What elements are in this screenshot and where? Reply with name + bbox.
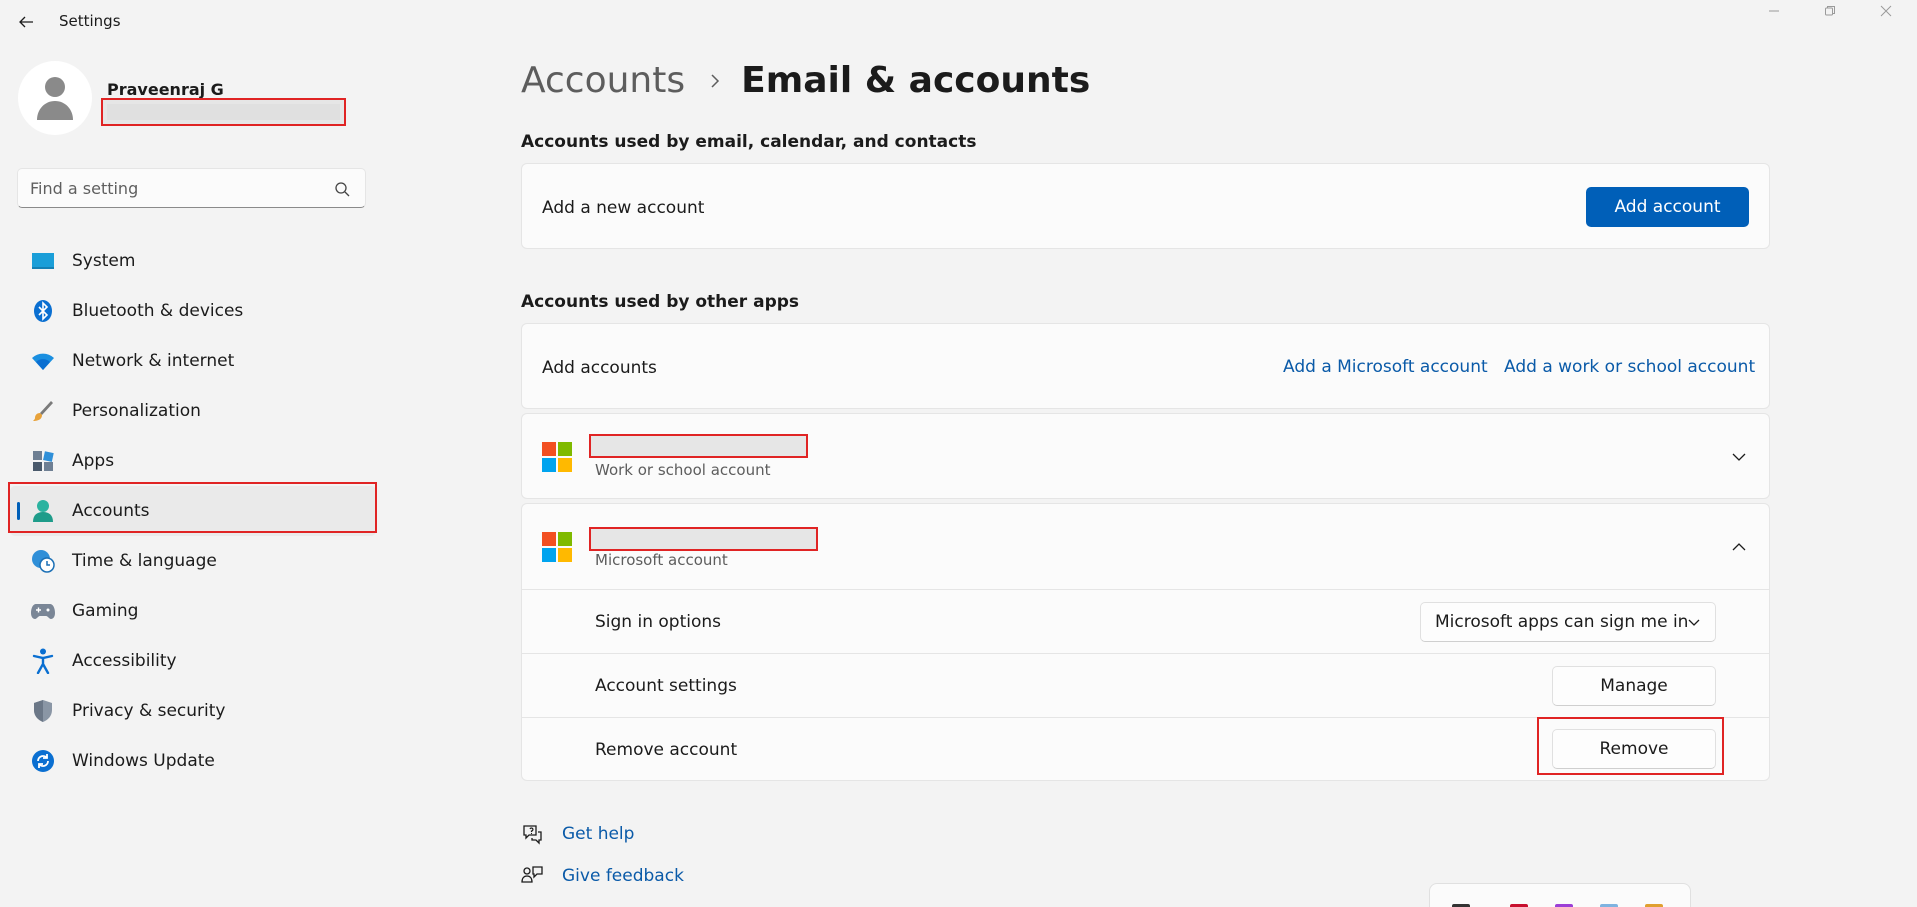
brush-icon <box>30 398 56 424</box>
restore-icon <box>1825 6 1835 16</box>
add-new-account-card: Add a new account Add account <box>521 163 1770 249</box>
get-help-link[interactable]: Get help <box>562 824 634 844</box>
add-accounts-card: Add accounts Add a Microsoft account Add… <box>521 323 1770 409</box>
sidebar-item-label: Accounts <box>72 501 150 521</box>
sidebar-item-label: System <box>72 251 136 271</box>
sidebar-item-label: Privacy & security <box>72 701 226 721</box>
sidebar-item-label: Apps <box>72 451 115 471</box>
chevron-down-icon[interactable] <box>1731 449 1747 465</box>
chevron-up-icon[interactable] <box>1731 539 1747 555</box>
title-bar: Settings <box>0 0 1917 44</box>
help-chat-icon <box>523 825 542 845</box>
sidebar-item-label: Accessibility <box>72 651 177 671</box>
add-accounts-label: Add accounts <box>542 358 657 378</box>
give-feedback-row[interactable]: Give feedback <box>521 865 684 887</box>
redacted-account-name <box>589 434 808 458</box>
sidebar-item-windows-update[interactable]: Windows Update <box>10 736 376 786</box>
user-icon <box>37 77 73 120</box>
sidebar-item-label: Gaming <box>72 601 139 621</box>
sign-in-options-dropdown[interactable]: Microsoft apps can sign me in <box>1420 602 1716 642</box>
section-title-email: Accounts used by email, calendar, and co… <box>521 132 977 152</box>
search-icon[interactable] <box>333 180 351 198</box>
account-settings-row: Account settings Manage <box>522 653 1769 717</box>
page-title: Email & accounts <box>741 60 1091 101</box>
add-microsoft-account-link[interactable]: Add a Microsoft account <box>1283 357 1488 377</box>
chevron-down-icon <box>1688 619 1700 626</box>
work-account-card[interactable]: Work or school account <box>521 413 1770 499</box>
search-input[interactable] <box>30 169 330 207</box>
redacted-email <box>101 98 346 126</box>
back-arrow-icon <box>19 16 33 28</box>
sidebar-item-personalization[interactable]: Personalization <box>10 386 376 436</box>
microsoft-logo-icon <box>542 532 572 562</box>
sidebar-item-label: Personalization <box>72 401 201 421</box>
sidebar-item-network[interactable]: Network & internet <box>10 336 376 386</box>
breadcrumb: Accounts Email & accounts <box>521 60 1090 101</box>
sidebar-item-label: Windows Update <box>72 751 215 771</box>
sidebar-item-label: Network & internet <box>72 351 235 371</box>
feedback-icon <box>521 866 543 883</box>
globe-clock-icon <box>30 548 56 574</box>
chevron-right-icon <box>711 73 720 88</box>
manage-button[interactable]: Manage <box>1552 666 1716 706</box>
sidebar-item-gaming[interactable]: Gaming <box>10 586 376 636</box>
window-title: Settings <box>59 12 121 30</box>
account-type: Microsoft account <box>595 551 728 569</box>
remove-account-label: Remove account <box>595 740 738 760</box>
account-type: Work or school account <box>595 461 771 479</box>
accounts-icon <box>30 498 56 524</box>
avatar[interactable] <box>18 61 92 135</box>
minimize-icon <box>1769 10 1779 12</box>
add-work-school-account-link[interactable]: Add a work or school account <box>1504 357 1755 377</box>
add-new-account-label: Add a new account <box>542 198 705 218</box>
restore-button[interactable] <box>1802 0 1858 22</box>
sidebar-item-accessibility[interactable]: Accessibility <box>10 636 376 686</box>
taskbar-popup <box>1429 883 1691 907</box>
redacted-account-name <box>589 527 818 551</box>
remove-account-row: Remove account Remove <box>522 717 1769 781</box>
gamepad-icon <box>30 598 56 624</box>
section-title-other-apps: Accounts used by other apps <box>521 292 800 312</box>
give-feedback-link[interactable]: Give feedback <box>562 866 684 886</box>
close-button[interactable] <box>1858 0 1914 22</box>
sidebar-nav: System Bluetooth & devices Network & int… <box>10 236 376 786</box>
account-settings-label: Account settings <box>595 676 737 696</box>
search-box[interactable] <box>17 168 366 208</box>
system-icon <box>30 248 56 274</box>
sidebar-item-time-language[interactable]: Time & language <box>10 536 376 586</box>
sidebar-item-accounts[interactable]: Accounts <box>10 486 376 536</box>
dropdown-value: Microsoft apps can sign me in <box>1435 612 1689 632</box>
redaction-fill <box>107 104 340 120</box>
sidebar-item-label: Time & language <box>72 551 217 571</box>
microsoft-account-card: Microsoft account Sign in options Micros… <box>521 503 1770 781</box>
add-account-button[interactable]: Add account <box>1586 187 1749 227</box>
close-icon <box>1880 5 1892 17</box>
shield-icon <box>30 698 56 724</box>
sidebar-item-privacy[interactable]: Privacy & security <box>10 686 376 736</box>
get-help-row[interactable]: Get help <box>521 823 634 845</box>
update-icon <box>30 748 56 774</box>
accessibility-icon <box>30 648 56 674</box>
microsoft-logo-icon <box>542 442 572 472</box>
sidebar-item-apps[interactable]: Apps <box>10 436 376 486</box>
apps-icon <box>30 448 56 474</box>
sidebar-item-system[interactable]: System <box>10 236 376 286</box>
back-button[interactable] <box>14 10 38 34</box>
sidebar-item-label: Bluetooth & devices <box>72 301 244 321</box>
bluetooth-icon <box>30 298 56 324</box>
profile-name: Praveenraj G <box>107 80 224 99</box>
sign-in-options-label: Sign in options <box>595 612 721 632</box>
wifi-icon <box>30 348 56 374</box>
remove-button[interactable]: Remove <box>1552 729 1716 769</box>
minimize-button[interactable] <box>1746 0 1802 22</box>
sidebar-item-bluetooth[interactable]: Bluetooth & devices <box>10 286 376 336</box>
sign-in-options-row: Sign in options Microsoft apps can sign … <box>522 589 1769 653</box>
breadcrumb-parent[interactable]: Accounts <box>521 60 685 101</box>
